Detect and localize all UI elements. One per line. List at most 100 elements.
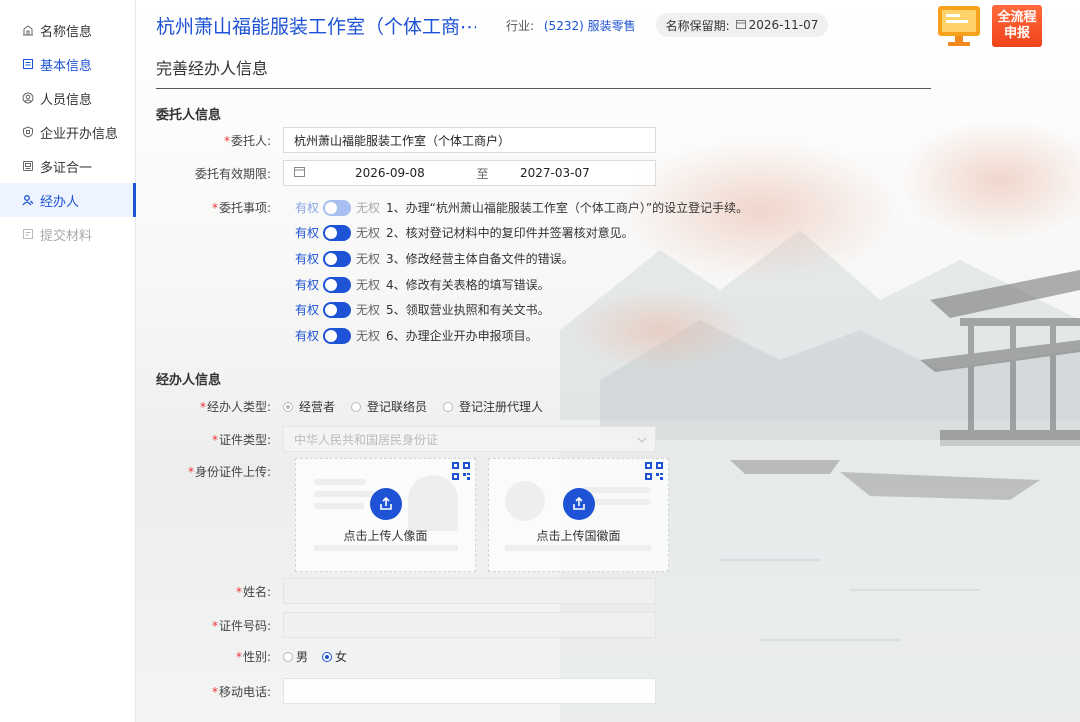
validity-end-date[interactable]: 2027-03-07 — [520, 166, 610, 180]
date-separator: 至 — [476, 166, 489, 181]
sidebar-item-personnel-info[interactable]: 人员信息 — [0, 81, 135, 115]
sidebar-item-label: 提交材料 — [40, 228, 93, 244]
validity-date-range[interactable]: 2026-09-08 至 2027-03-07 — [283, 160, 656, 186]
id-upload-label: 身份证件上传: — [194, 465, 271, 479]
sidebar-item-name-info[interactable]: 名称信息 — [0, 13, 135, 47]
monitor-icon — [936, 4, 982, 48]
id-type-select[interactable]: 中华人民共和国居民身份证 — [283, 426, 656, 452]
calendar-icon — [294, 166, 305, 180]
name-field[interactable] — [283, 578, 656, 604]
required-mark: * — [235, 650, 242, 664]
upload-front-card[interactable]: 点击上传人像面 — [295, 458, 476, 572]
agent-type-row: *经办人类型: 经营者 登记联络员 登记注册代理人 — [156, 398, 559, 415]
principal-label: 委托人: — [230, 133, 271, 148]
radio-female[interactable]: 女 — [322, 648, 347, 665]
authorization-toggle[interactable] — [323, 199, 352, 216]
id-number-label-wrap: *证件号码: — [156, 617, 283, 634]
building-icon — [22, 24, 34, 36]
authorization-toggle[interactable] — [323, 276, 352, 293]
placeholder-line — [314, 545, 458, 551]
matter-text: 3、修改经营主体自备文件的错误。 — [386, 252, 574, 266]
phone-label-wrap: *移动电话: — [156, 683, 283, 700]
radio-label: 男 — [296, 650, 309, 664]
id-number-label: 证件号码: — [218, 618, 271, 633]
phone-label: 移动电话: — [218, 684, 271, 699]
matter-item: 有权 无权 3、修改经营主体自备文件的错误。 — [295, 250, 574, 267]
placeholder-line — [585, 487, 651, 493]
sidebar-item-label: 多证合一 — [40, 160, 93, 176]
name-reserve-badge: 名称保留期: 2026-11-07 — [655, 13, 829, 37]
reserve-date: 2026-11-07 — [748, 18, 819, 32]
name-label-wrap: *姓名: — [156, 583, 283, 600]
principal-field[interactable]: 杭州萧山福能服装工作室（个体工商户） — [283, 127, 656, 153]
upload-back-card[interactable]: 点击上传国徽面 — [488, 458, 669, 572]
badge-icon — [22, 126, 34, 138]
authorized-label: 有权 — [295, 226, 320, 240]
matter-text: 5、领取营业执照和有关文书。 — [386, 303, 550, 317]
radio-dot — [443, 401, 454, 412]
upload-back-caption: 点击上传国徽面 — [536, 529, 621, 543]
radio-male[interactable]: 男 — [283, 648, 308, 665]
gender-radio-group: 男 女 — [283, 648, 363, 665]
matter-text: 4、修改有关表格的填写错误。 — [386, 278, 550, 292]
sidebar-item-startup-info[interactable]: 企业开办信息 — [0, 115, 135, 149]
required-mark: * — [235, 584, 242, 599]
matter-item: 有权 无权 4、修改有关表格的填写错误。 — [295, 276, 550, 293]
required-mark: * — [187, 465, 194, 479]
authorization-toggle[interactable] — [323, 327, 352, 344]
mobile-phone-field[interactable] — [283, 678, 656, 704]
promo-area: 全流程 申报 — [936, 4, 1042, 48]
authorized-label: 有权 — [295, 278, 320, 292]
matters-label-wrap: *委托事项: — [156, 199, 283, 216]
radio-dot — [322, 651, 333, 662]
matter-text: 2、核对登记材料中的复印件并签署核对意见。 — [386, 226, 634, 240]
id-type-label: 证件类型: — [218, 432, 271, 447]
upload-icon[interactable] — [563, 488, 595, 520]
agent-section-title: 经办人信息 — [156, 373, 222, 388]
emblem-silhouette — [505, 481, 545, 521]
matter-item: 有权 无权 6、办理企业开办申报项目。 — [295, 327, 538, 344]
unauthorized-label: 无权 — [356, 329, 381, 343]
id-number-field[interactable] — [283, 612, 656, 638]
id-type-label-wrap: *证件类型: — [156, 431, 283, 448]
authorization-toggle[interactable] — [323, 301, 352, 318]
required-mark: * — [223, 133, 230, 148]
qr-code-icon[interactable] — [451, 461, 471, 481]
radio-registration-agent[interactable]: 登记注册代理人 — [443, 398, 543, 415]
matter-item: 有权 无权 1、办理“杭州萧山福能服装工作室（个体工商户）”的设立登记手续。 — [295, 199, 748, 216]
agent-type-radio-group: 经营者 登记联络员 登记注册代理人 — [283, 398, 559, 415]
validity-start-date[interactable]: 2026-09-08 — [355, 166, 445, 180]
authorization-toggle[interactable] — [323, 224, 352, 241]
upload-icon[interactable] — [370, 488, 402, 520]
sidebar-item-label: 人员信息 — [40, 92, 93, 108]
full-process-declare-button[interactable]: 全流程 申报 — [992, 5, 1042, 47]
reserve-label: 名称保留期: — [665, 18, 730, 33]
placeholder-line — [314, 491, 374, 497]
radio-dot — [283, 651, 293, 662]
gender-label-wrap: *性别: — [156, 648, 283, 665]
promo-line1: 全流程 — [997, 10, 1037, 25]
radio-operator[interactable]: 经营者 — [283, 398, 335, 415]
portrait-silhouette — [408, 475, 458, 531]
sidebar-item-multi-cert[interactable]: 多证合一 — [0, 149, 135, 183]
id-type-row: *证件类型: 中华人民共和国居民身份证 — [156, 426, 656, 452]
authorized-label: 有权 — [295, 252, 320, 266]
page-title: 完善经办人信息 — [156, 55, 931, 89]
promo-line2: 申报 — [1003, 26, 1030, 41]
sidebar-item-agent[interactable]: 经办人 — [0, 183, 136, 217]
unauthorized-label: 无权 — [356, 201, 381, 215]
placeholder-line — [505, 545, 651, 551]
company-name-title: 杭州萧山福能服装工作室（个体工商⋯ — [156, 15, 476, 38]
main-content: 杭州萧山福能服装工作室（个体工商⋯ 行业: (5232) 服装零售 名称保留期:… — [136, 0, 1080, 722]
radio-liaison[interactable]: 登记联络员 — [351, 398, 427, 415]
validity-label: 委托有效期限: — [194, 166, 271, 181]
chevron-down-icon — [637, 432, 647, 446]
qr-code-icon[interactable] — [644, 461, 664, 481]
authorization-toggle[interactable] — [323, 250, 352, 267]
required-mark: * — [211, 684, 218, 699]
sidebar-item-label: 基本信息 — [40, 58, 93, 74]
industry-value: (5232) 服装零售 — [543, 18, 636, 33]
sidebar-item-label: 名称信息 — [40, 24, 93, 40]
id-upload-label-wrap: *身份证件上传: — [156, 463, 283, 480]
sidebar-item-basic-info[interactable]: 基本信息 — [0, 47, 135, 81]
